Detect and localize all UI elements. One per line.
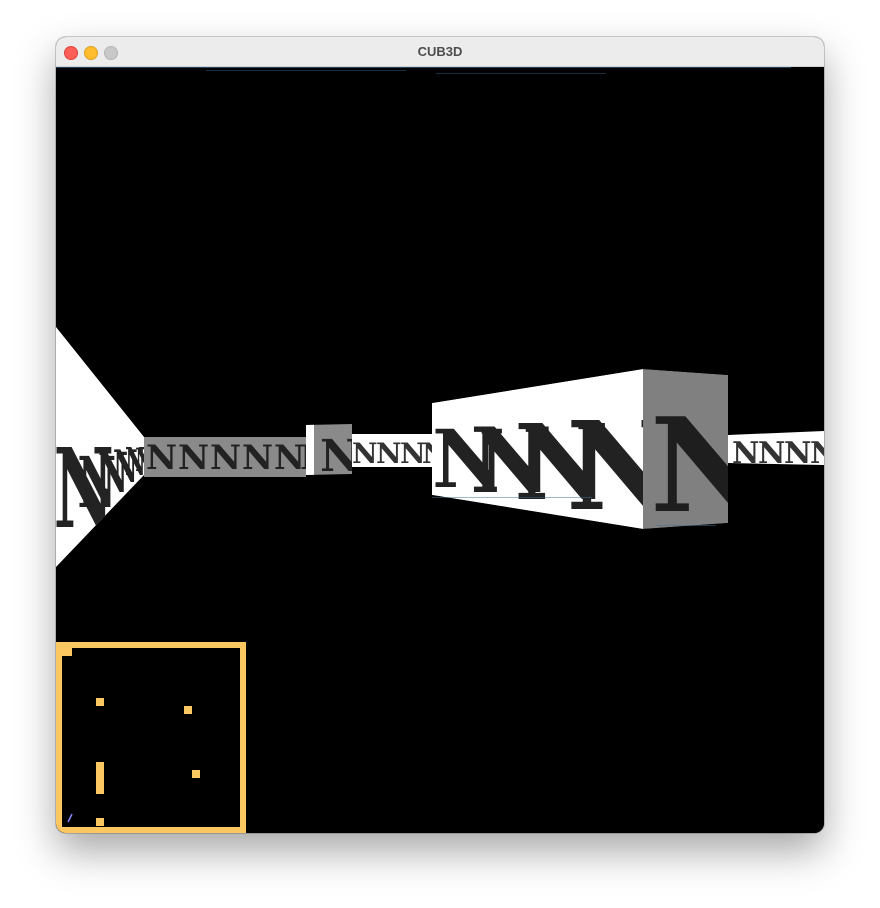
game-window: CUB3D N N N N N N N N N N N N N N N N N … xyxy=(56,37,824,833)
title-bar[interactable]: CUB3D xyxy=(56,37,824,67)
minimap-wall-cell xyxy=(96,698,104,706)
svg-text:N: N xyxy=(242,438,273,478)
svg-text:N: N xyxy=(376,437,402,470)
minimap-wall-cell xyxy=(192,770,200,778)
minimap xyxy=(56,642,248,833)
svg-text:N: N xyxy=(178,438,209,478)
back-wall: N N N N N N xyxy=(144,437,306,478)
svg-text:N: N xyxy=(210,438,241,478)
svg-text:N: N xyxy=(352,437,378,470)
game-viewport[interactable]: N N N N N N N N N N N N N N N N N N N N … xyxy=(56,67,824,833)
minimap-wall-column xyxy=(96,762,104,794)
minimap-wall-cell xyxy=(96,818,104,826)
minimap-wall-corner xyxy=(62,648,72,656)
window-title: CUB3D xyxy=(417,44,463,59)
svg-text:N: N xyxy=(146,438,177,478)
minimap-wall-cell xyxy=(184,706,192,714)
